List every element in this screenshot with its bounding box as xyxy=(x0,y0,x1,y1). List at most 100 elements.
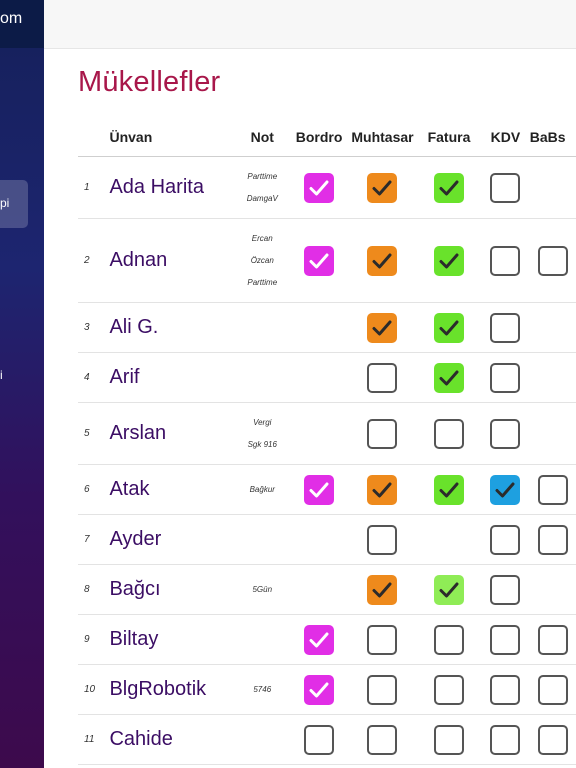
taxpayer-name[interactable]: BlgRobotik xyxy=(109,664,235,715)
brand-text[interactable]: om xyxy=(0,10,22,28)
table-row[interactable]: 2 Adnan Ercan Özcan Parttime xyxy=(78,218,576,303)
muhtasar-checkbox[interactable] xyxy=(367,674,398,705)
fatura-checkbox[interactable] xyxy=(433,312,464,343)
kdv-checkbox[interactable] xyxy=(490,674,521,705)
taxpayer-name[interactable]: Ali G. xyxy=(109,302,235,353)
table-row[interactable]: 6 Atak Bağkur xyxy=(78,464,576,515)
note-line: Parttime xyxy=(247,277,278,287)
babs-checkbox[interactable] xyxy=(537,624,568,655)
taxpayer-name[interactable]: Arif xyxy=(109,352,235,403)
taxpayer-name[interactable]: Atak xyxy=(109,464,235,515)
kdv-checkbox[interactable] xyxy=(490,474,521,505)
bordro-checkbox[interactable] xyxy=(304,172,335,203)
taxpayer-name[interactable]: Bağcı xyxy=(109,564,235,615)
row-number: 9 xyxy=(78,614,110,665)
check-icon xyxy=(309,253,329,268)
muhtasar-checkbox[interactable] xyxy=(367,524,398,555)
table-row[interactable]: 10 BlgRobotik 5746 xyxy=(78,664,576,715)
muhtasar-cell xyxy=(348,402,417,465)
table-row[interactable]: 7 Ayder xyxy=(78,514,576,565)
note-line: Sgk 916 xyxy=(247,439,277,449)
fatura-checkbox[interactable] xyxy=(433,624,464,655)
fatura-cell xyxy=(416,664,482,715)
muhtasar-checkbox[interactable] xyxy=(367,172,398,203)
table-row[interactable]: 3 Ali G. xyxy=(78,302,576,353)
babs-checkbox[interactable] xyxy=(537,724,568,755)
column-header-not[interactable]: Not xyxy=(234,118,291,157)
kdv-checkbox[interactable] xyxy=(490,724,521,755)
babs-checkbox[interactable] xyxy=(537,674,568,705)
fatura-checkbox[interactable] xyxy=(433,724,464,755)
bordro-checkbox[interactable] xyxy=(304,245,335,276)
fatura-checkbox[interactable] xyxy=(433,418,464,449)
table-row[interactable]: 4 Arif xyxy=(78,352,576,403)
fatura-checkbox[interactable] xyxy=(433,245,464,276)
muhtasar-checkbox[interactable] xyxy=(367,574,398,605)
kdv-checkbox[interactable] xyxy=(490,172,521,203)
kdv-cell xyxy=(481,714,530,765)
column-header-unvan[interactable]: Ünvan xyxy=(109,118,235,157)
check-icon xyxy=(439,582,459,597)
kdv-checkbox[interactable] xyxy=(490,574,521,605)
note-cell: 5746 xyxy=(234,664,291,715)
table-row[interactable]: 8 Bağcı 5Gün xyxy=(78,564,576,615)
note-cell: Ercan Özcan Parttime xyxy=(234,218,291,303)
babs-cell xyxy=(529,714,576,765)
muhtasar-checkbox[interactable] xyxy=(367,474,398,505)
column-header-muhtasar[interactable]: Muhtasar xyxy=(348,118,417,157)
kdv-cell xyxy=(481,564,530,615)
kdv-checkbox[interactable] xyxy=(490,362,521,393)
check-icon xyxy=(309,682,329,697)
note-line: DamgaV xyxy=(246,193,278,203)
kdv-checkbox[interactable] xyxy=(490,418,521,449)
muhtasar-checkbox[interactable] xyxy=(367,724,398,755)
bordro-checkbox[interactable] xyxy=(304,624,335,655)
taxpayer-name[interactable]: Cahide xyxy=(109,714,235,765)
taxpayer-name[interactable]: Ada Harita xyxy=(109,156,235,219)
column-header-babs[interactable]: BaBs xyxy=(529,118,576,157)
fatura-checkbox[interactable] xyxy=(433,674,464,705)
fatura-checkbox[interactable] xyxy=(433,474,464,505)
row-number: 10 xyxy=(78,664,110,715)
kdv-cell xyxy=(481,302,530,353)
table-row[interactable]: 9 Biltay xyxy=(78,614,576,665)
bordro-cell xyxy=(290,664,349,715)
kdv-checkbox[interactable] xyxy=(490,245,521,276)
taxpayer-name[interactable]: Biltay xyxy=(109,614,235,665)
muhtasar-checkbox[interactable] xyxy=(367,362,398,393)
taxpayer-name[interactable]: Arslan xyxy=(109,402,235,465)
bordro-cell xyxy=(290,464,349,515)
babs-checkbox[interactable] xyxy=(537,245,568,276)
column-header-bordro[interactable]: Bordro xyxy=(290,118,349,157)
taxpayer-name[interactable]: Ayder xyxy=(109,514,235,565)
sidebar-item-active[interactable]: pi xyxy=(0,180,28,228)
kdv-checkbox[interactable] xyxy=(490,624,521,655)
bordro-checkbox[interactable] xyxy=(304,674,335,705)
bordro-cell xyxy=(290,564,349,615)
column-header-fatura[interactable]: Fatura xyxy=(416,118,482,157)
kdv-checkbox[interactable] xyxy=(490,312,521,343)
table-row[interactable]: 5 Arslan Vergi Sgk 916 xyxy=(78,402,576,465)
table-row[interactable]: 11 Cahide xyxy=(78,714,576,765)
fatura-checkbox[interactable] xyxy=(433,362,464,393)
fatura-checkbox[interactable] xyxy=(433,172,464,203)
babs-checkbox[interactable] xyxy=(537,524,568,555)
bordro-cell xyxy=(290,218,349,303)
babs-checkbox[interactable] xyxy=(537,474,568,505)
fatura-cell xyxy=(416,564,482,615)
muhtasar-checkbox[interactable] xyxy=(367,312,398,343)
fatura-cell xyxy=(416,464,482,515)
sidebar-item-label[interactable]: i xyxy=(0,368,3,382)
taxpayer-name[interactable]: Adnan xyxy=(109,218,235,303)
table-row[interactable]: 1 Ada Harita Parttime DamgaV xyxy=(78,156,576,219)
muhtasar-checkbox[interactable] xyxy=(367,418,398,449)
check-icon xyxy=(309,632,329,647)
fatura-checkbox[interactable] xyxy=(433,574,464,605)
note-cell: Parttime DamgaV xyxy=(234,156,291,219)
bordro-checkbox[interactable] xyxy=(304,474,335,505)
muhtasar-checkbox[interactable] xyxy=(367,245,398,276)
muhtasar-checkbox[interactable] xyxy=(367,624,398,655)
bordro-checkbox[interactable] xyxy=(304,724,335,755)
kdv-checkbox[interactable] xyxy=(490,524,521,555)
column-header-kdv[interactable]: KDV xyxy=(481,118,530,157)
